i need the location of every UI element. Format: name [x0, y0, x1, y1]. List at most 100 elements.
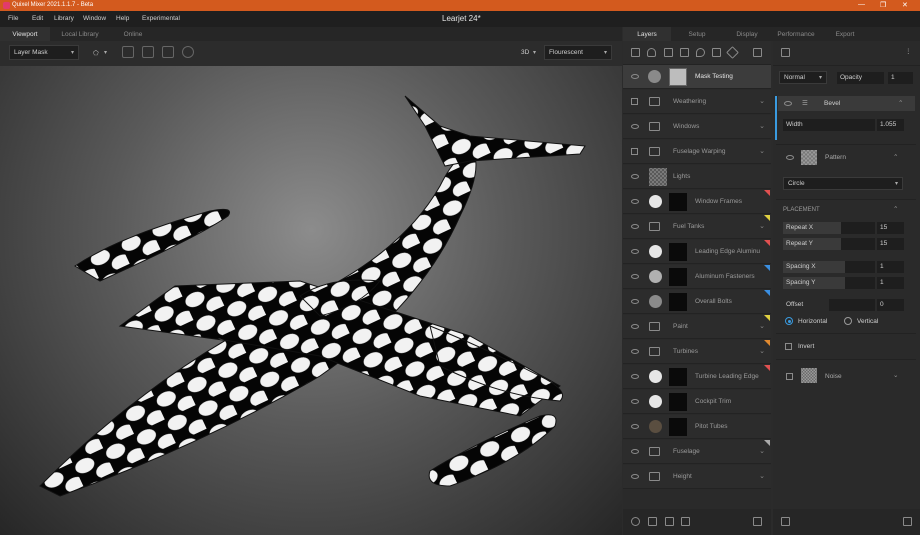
trash-icon[interactable]: [753, 517, 762, 526]
3d-viewport[interactable]: [0, 66, 622, 535]
layer-row[interactable]: Lights: [623, 165, 771, 189]
chevron-up-icon[interactable]: ⌃: [893, 205, 898, 213]
dots-grid-icon[interactable]: [162, 46, 174, 58]
paint-layer-icon[interactable]: [664, 48, 673, 57]
menu-experimental[interactable]: Experimental: [142, 15, 180, 22]
chevron-down-icon[interactable]: ⌄: [759, 222, 765, 230]
layer-row[interactable]: Turbine Leading Edge: [623, 365, 771, 389]
eye-icon[interactable]: [631, 274, 639, 279]
drop-icon[interactable]: [696, 48, 705, 57]
eye-icon[interactable]: [631, 299, 639, 304]
layer-row[interactable]: Pitot Tubes: [623, 415, 771, 439]
brush-icon[interactable]: [726, 46, 739, 59]
more-options-icon[interactable]: ⋮: [905, 47, 912, 55]
eye-icon[interactable]: [631, 374, 639, 379]
eye-icon[interactable]: [631, 424, 639, 429]
eye-icon[interactable]: [631, 224, 639, 229]
tab-display[interactable]: Display: [723, 27, 771, 41]
eye-icon[interactable]: [631, 349, 639, 354]
chevron-down-icon[interactable]: ⌄: [759, 347, 765, 355]
noise-toggle-checkbox[interactable]: [786, 373, 793, 380]
eye-icon[interactable]: [631, 399, 639, 404]
spacing-y-slider[interactable]: Spacing Y: [783, 277, 875, 289]
layer-row[interactable]: Paint ⌄: [623, 315, 771, 339]
tab-performance[interactable]: Performance: [773, 27, 819, 41]
fill-layer-icon[interactable]: [680, 48, 689, 57]
image-icon[interactable]: [122, 46, 134, 58]
chevron-down-icon[interactable]: ⌄: [759, 472, 765, 480]
offset-input[interactable]: 0: [877, 299, 904, 311]
layer-row[interactable]: Mask Testing: [623, 65, 771, 89]
layers-stack-icon[interactable]: [753, 48, 762, 57]
layer-row[interactable]: Fuselage ⌄: [623, 440, 771, 464]
trash-icon[interactable]: [903, 517, 912, 526]
grid-icon[interactable]: [142, 46, 154, 58]
invert-checkbox[interactable]: [785, 343, 792, 350]
smart-material-icon[interactable]: [665, 517, 674, 526]
layer-toggle-checkbox[interactable]: [631, 98, 638, 105]
restore-icon[interactable]: ❐: [880, 1, 886, 9]
spacing-y-input[interactable]: 1: [877, 277, 904, 289]
offset-slider[interactable]: Offset: [783, 299, 875, 311]
chevron-up-icon[interactable]: ⌃: [898, 99, 903, 107]
layer-row[interactable]: Height ⌄: [623, 465, 771, 489]
vertical-radio[interactable]: [844, 317, 852, 325]
horizontal-radio[interactable]: [785, 317, 793, 325]
menu-edit[interactable]: Edit: [32, 15, 43, 22]
layer-mask-dropdown[interactable]: Layer Mask ▾: [9, 45, 79, 60]
chevron-down-icon[interactable]: ⌄: [759, 147, 765, 155]
eye-icon[interactable]: [786, 155, 794, 160]
tab-layers[interactable]: Layers: [623, 27, 671, 41]
layer-row[interactable]: Fuel Tanks ⌄: [623, 215, 771, 239]
menu-library[interactable]: Library: [54, 15, 74, 22]
layer-stack-icon[interactable]: [631, 48, 640, 57]
mask-icon[interactable]: [648, 517, 657, 526]
repeat-x-input[interactable]: 15: [877, 222, 904, 234]
layer-row[interactable]: Weathering ⌄: [623, 90, 771, 114]
chevron-down-icon[interactable]: ⌄: [759, 122, 765, 130]
sphere-icon[interactable]: [182, 46, 194, 58]
layer-toggle-checkbox[interactable]: [631, 148, 638, 155]
chevron-down-icon[interactable]: ⌄: [893, 371, 898, 379]
adjust-icon[interactable]: [712, 48, 721, 57]
close-icon[interactable]: ✕: [902, 1, 908, 9]
repeat-y-slider[interactable]: Repeat Y: [783, 238, 875, 250]
bevel-header[interactable]: ☰ Bevel ⌃: [778, 96, 915, 111]
layer-row[interactable]: Fuselage Warping ⌄: [623, 140, 771, 164]
spacing-x-input[interactable]: 1: [877, 261, 904, 273]
chevron-down-icon[interactable]: ⌄: [759, 447, 765, 455]
layer-row[interactable]: Cockpit Trim: [623, 390, 771, 414]
eye-icon[interactable]: [631, 74, 639, 79]
spacing-x-slider[interactable]: Spacing X: [783, 261, 875, 273]
layer-row[interactable]: Overall Bolts: [623, 290, 771, 314]
repeat-x-slider[interactable]: Repeat X: [783, 222, 875, 234]
eye-icon[interactable]: [631, 124, 639, 129]
tab-setup[interactable]: Setup: [673, 27, 721, 41]
export-layer-icon[interactable]: [681, 517, 690, 526]
add-layer-icon[interactable]: [631, 517, 640, 526]
view-mode-dropdown[interactable]: 3D ▾: [516, 45, 538, 60]
pin-icon[interactable]: [647, 48, 656, 57]
tab-local-library[interactable]: Local Library: [52, 27, 108, 41]
eye-icon[interactable]: [784, 101, 792, 106]
eye-icon[interactable]: [631, 474, 639, 479]
minimize-icon[interactable]: —: [858, 1, 865, 8]
mask-stack-icon[interactable]: [781, 48, 790, 57]
eye-icon[interactable]: [631, 199, 639, 204]
tab-online[interactable]: Online: [110, 27, 156, 41]
layer-row[interactable]: Windows ⌄: [623, 115, 771, 139]
chevron-down-icon[interactable]: ⌄: [759, 322, 765, 330]
blend-mode-dropdown[interactable]: Normal ▾: [779, 71, 827, 84]
width-input[interactable]: 1.055: [877, 119, 904, 131]
folder-icon[interactable]: [781, 517, 790, 526]
shapes-dropdown[interactable]: ⬠ ▾: [88, 45, 112, 60]
eye-icon[interactable]: [631, 174, 639, 179]
menu-window[interactable]: Window: [83, 15, 106, 22]
menu-file[interactable]: File: [8, 15, 18, 22]
chevron-down-icon[interactable]: ⌄: [759, 97, 765, 105]
tab-viewport[interactable]: Viewport: [0, 27, 50, 41]
sliders-icon[interactable]: [797, 48, 806, 57]
menu-help[interactable]: Help: [116, 15, 129, 22]
eye-icon[interactable]: [631, 324, 639, 329]
tab-export[interactable]: Export: [821, 27, 869, 41]
